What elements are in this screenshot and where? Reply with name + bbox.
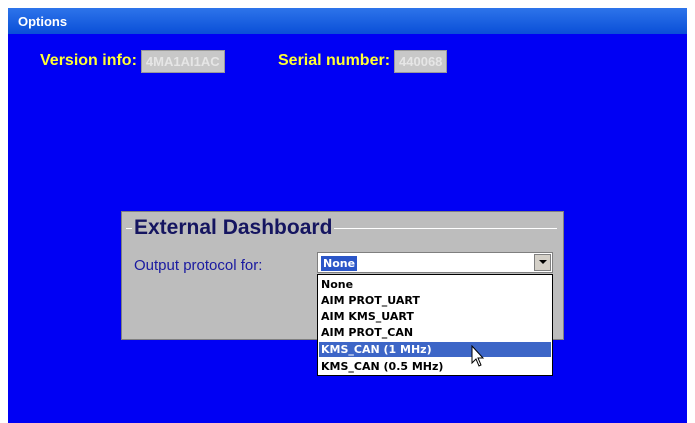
output-protocol-label: Output protocol for: — [134, 257, 263, 274]
window-title: Options — [18, 14, 68, 29]
dropdown-option-aim-prot-uart[interactable]: AIM PROT_UART — [319, 293, 551, 308]
dropdown-option-kms-can-05mhz[interactable]: KMS_CAN (0.5 MHz) — [319, 359, 551, 374]
version-info-label: Version info: — [40, 52, 137, 69]
chevron-down-icon — [539, 260, 547, 264]
dropdown-arrow-button[interactable] — [534, 254, 551, 271]
serial-number-value: 440068 — [394, 49, 448, 73]
serial-number-label: Serial number: — [278, 52, 391, 69]
output-protocol-select[interactable]: None — [317, 252, 553, 273]
dropdown-option-kms-can-1mhz[interactable]: KMS_CAN (1 MHz) — [319, 342, 551, 357]
dropdown-option-aim-kms-uart[interactable]: AIM KMS_UART — [319, 309, 551, 324]
panel-title: External Dashboard — [132, 216, 335, 240]
dropdown-option-aim-prot-can[interactable]: AIM PROT_CAN — [319, 325, 551, 340]
select-current-value: None — [321, 256, 358, 271]
dropdown-option-none[interactable]: None — [319, 277, 551, 292]
version-info-row: Version info: 4MA1AI1AC — [40, 49, 225, 73]
mouse-cursor-icon — [471, 345, 485, 367]
serial-number-row: Serial number: 440068 — [278, 49, 448, 73]
version-info-value: 4MA1AI1AC — [140, 49, 225, 73]
title-bar[interactable]: Options — [8, 8, 687, 34]
protocol-dropdown-list: None AIM PROT_UART AIM KMS_UART AIM PROT… — [317, 274, 553, 376]
